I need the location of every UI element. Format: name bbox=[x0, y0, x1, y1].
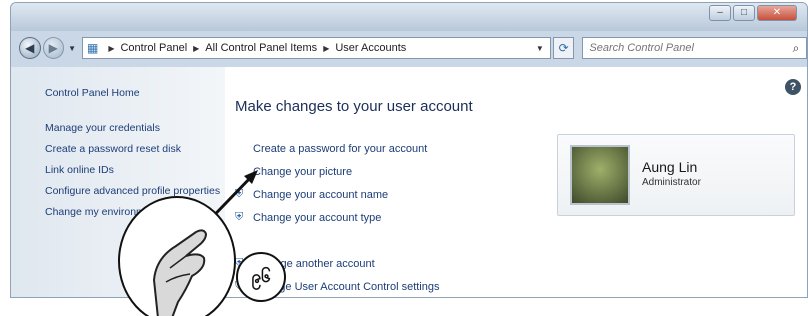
pointing-hand-icon bbox=[118, 196, 236, 316]
annotation-badge: ၉၆ bbox=[236, 252, 286, 302]
badge-text: ၉၆ bbox=[251, 267, 271, 286]
